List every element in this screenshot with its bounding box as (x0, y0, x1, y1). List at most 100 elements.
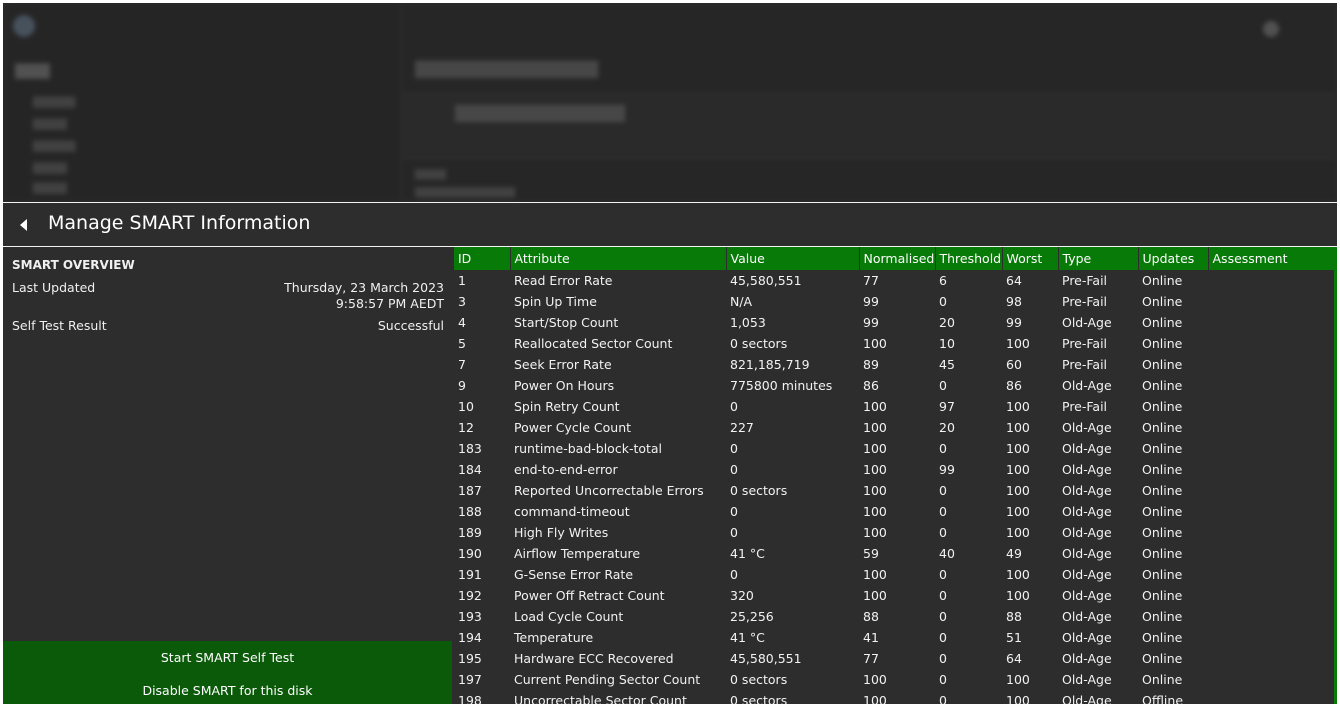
cell-normalised: 100 (863, 483, 887, 498)
table-row[interactable]: 195 Hardware ECC Recovered 45,580,551 77 0 64… (454, 648, 1334, 669)
table-row[interactable]: 191 G-Sense Error Rate 0 100 0 100 Old-Age Onli… (454, 564, 1334, 585)
cell-worst: 86 (1006, 378, 1022, 393)
cell-attribute: Seek Error Rate (514, 357, 612, 372)
table-row[interactable]: 5 Reallocated Sector Count 0 sectors 100 10 1… (454, 333, 1334, 354)
table-row[interactable]: 188 command-timeout 0 100 0 100 Old-Age Online (454, 501, 1334, 522)
cell-value: 45,580,551 (730, 651, 802, 666)
column-header-type[interactable]: Type (1058, 247, 1139, 270)
cell-id: 187 (458, 483, 482, 498)
cell-worst: 88 (1006, 609, 1022, 624)
last-updated-date: Thursday, 23 March 2023 (284, 280, 444, 295)
background-sidebar: ▇▇▇ ▇▇▇▇▇ ▇▇▇▇ ▇▇▇▇▇ ▇▇▇▇ ▇▇▇▇ (3, 3, 402, 201)
column-header-normalised[interactable]: Normalised (859, 247, 936, 270)
cell-attribute: Spin Retry Count (514, 399, 620, 414)
cell-type: Old-Age (1062, 609, 1112, 624)
background-sidebar-title: ▇▇▇ (15, 61, 50, 79)
cell-threshold: 45 (939, 357, 955, 372)
cell-updates: Online (1142, 336, 1183, 351)
table-row[interactable]: 189 High Fly Writes 0 100 0 100 Old-Age Online (454, 522, 1334, 543)
column-header-worst[interactable]: Worst (1002, 247, 1059, 270)
back-triangle-icon (20, 219, 27, 231)
column-header-threshold[interactable]: Threshold (935, 247, 1003, 270)
column-header-id[interactable]: ID (454, 247, 511, 270)
overview-heading: SMART OVERVIEW (12, 258, 135, 272)
start-self-test-button[interactable]: Start SMART Self Test (3, 650, 452, 665)
table-row[interactable]: 7 Seek Error Rate 821,185,719 89 45 60 Pre-Fai… (454, 354, 1334, 375)
table-row[interactable]: 187 Reported Uncorrectable Errors 0 sector… (454, 480, 1334, 501)
cell-type: Old-Age (1062, 441, 1112, 456)
cell-assessment (1208, 480, 1334, 501)
cell-threshold: 0 (939, 693, 947, 704)
cell-normalised: 100 (863, 504, 887, 519)
cell-normalised: 100 (863, 420, 887, 435)
cell-value: 0 sectors (730, 672, 788, 687)
blurred-background-app: ▇▇▇ ▇▇▇▇▇ ▇▇▇▇ ▇▇▇▇▇ ▇▇▇▇ ▇▇▇▇ ▇▇▇▇▇▇▇▇▇… (3, 3, 1337, 201)
table-row[interactable]: 194 Temperature 41 °C 41 0 51 Old-Age Online (454, 627, 1334, 648)
back-button[interactable] (15, 215, 35, 235)
cell-updates: Online (1142, 483, 1183, 498)
cell-worst: 60 (1006, 357, 1022, 372)
table-row[interactable]: 12 Power Cycle Count 227 100 20 100 Old-Age Onl… (454, 417, 1334, 438)
cell-worst: 100 (1006, 588, 1030, 603)
cell-assessment (1208, 669, 1334, 690)
cell-id: 4 (458, 315, 466, 330)
cell-assessment (1208, 522, 1334, 543)
cell-type: Pre-Fail (1062, 294, 1108, 309)
cell-assessment (1208, 417, 1334, 438)
smart-attributes-table: ID Attribute Value Normalised Threshold Worst… (454, 247, 1334, 704)
cell-assessment (1208, 501, 1334, 522)
cell-id: 3 (458, 294, 466, 309)
cell-id: 191 (458, 567, 482, 582)
column-header-value[interactable]: Value (726, 247, 860, 270)
cell-updates: Online (1142, 420, 1183, 435)
dialog-header: Manage SMART Information (3, 202, 1337, 247)
table-row[interactable]: 3 Spin Up Time N/A 99 0 98 Pre-Fail Online (454, 291, 1334, 312)
cell-updates: Online (1142, 462, 1183, 477)
cell-value: 0 (730, 525, 738, 540)
table-row[interactable]: 198 Uncorrectable Sector Count 0 sectors 10… (454, 690, 1334, 704)
cell-value: 41 °C (730, 630, 765, 645)
table-row[interactable]: 10 Spin Retry Count 0 100 97 100 Pre-Fail Onlin… (454, 396, 1334, 417)
table-row[interactable]: 4 Start/Stop Count 1,053 99 20 99 Old-Age Onlin… (454, 312, 1334, 333)
table-row[interactable]: 190 Airflow Temperature 41 °C 59 40 49 Old-Age… (454, 543, 1334, 564)
column-header-attribute[interactable]: Attribute (510, 247, 727, 270)
cell-assessment (1208, 312, 1334, 333)
table-row[interactable]: 193 Load Cycle Count 25,256 88 0 88 Old-Age Onl… (454, 606, 1334, 627)
cell-value: 227 (730, 420, 754, 435)
cell-value: 0 (730, 462, 738, 477)
cell-updates: Online (1142, 525, 1183, 540)
cell-id: 188 (458, 504, 482, 519)
cell-id: 197 (458, 672, 482, 687)
column-header-updates[interactable]: Updates (1138, 247, 1209, 270)
cell-threshold: 0 (939, 567, 947, 582)
background-main-title: ▇▇▇▇▇▇▇▇▇▇▇▇▇▇ (415, 59, 599, 79)
cell-attribute: High Fly Writes (514, 525, 609, 540)
cell-worst: 100 (1006, 399, 1030, 414)
cell-value: 821,185,719 (730, 357, 810, 372)
table-row[interactable]: 192 Power Off Retract Count 320 100 0 100 Old-… (454, 585, 1334, 606)
cell-type: Old-Age (1062, 378, 1112, 393)
cell-attribute: end-to-end-error (514, 462, 618, 477)
cell-assessment (1208, 627, 1334, 648)
self-test-label: Self Test Result (12, 318, 107, 333)
disable-smart-button[interactable]: Disable SMART for this disk (3, 683, 452, 698)
cell-worst: 100 (1006, 567, 1030, 582)
cell-normalised: 100 (863, 672, 887, 687)
column-header-assessment[interactable]: Assessment (1208, 247, 1334, 270)
table-row[interactable]: 1 Read Error Rate 45,580,551 77 6 64 Pre-Fail O… (454, 270, 1334, 291)
cell-worst: 99 (1006, 315, 1022, 330)
table-row[interactable]: 183 runtime-bad-block-total 0 100 0 100 Old-Ag… (454, 438, 1334, 459)
cell-threshold: 0 (939, 630, 947, 645)
cell-value: 775800 minutes (730, 378, 833, 393)
cell-worst: 64 (1006, 651, 1022, 666)
background-sidebar-item: ▇▇▇▇ (33, 161, 67, 174)
cell-threshold: 20 (939, 315, 955, 330)
table-row[interactable]: 184 end-to-end-error 0 100 99 100 Old-Age Onlin… (454, 459, 1334, 480)
table-row[interactable]: 197 Current Pending Sector Count 0 sectors… (454, 669, 1334, 690)
cell-updates: Online (1142, 294, 1183, 309)
cell-updates: Online (1142, 567, 1183, 582)
cell-assessment (1208, 270, 1334, 291)
cell-assessment (1208, 606, 1334, 627)
cell-assessment (1208, 354, 1334, 375)
table-row[interactable]: 9 Power On Hours 775800 minutes 86 0 86 Old-Ag… (454, 375, 1334, 396)
